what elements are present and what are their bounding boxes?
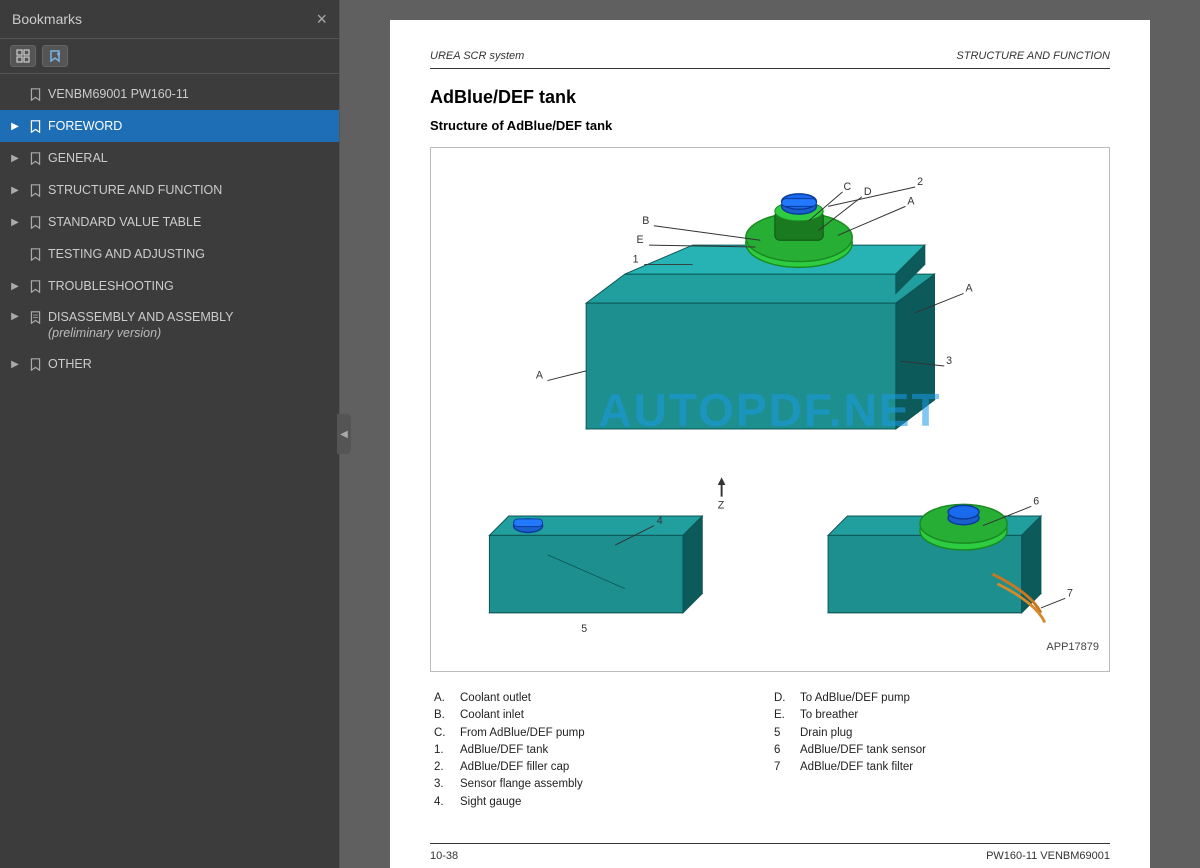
legend-table: A.Coolant outlet B.Coolant inlet C.From … — [430, 688, 1110, 813]
sidebar-item-label-troubleshooting: TROUBLESHOOTING — [48, 278, 329, 294]
legend-left: A.Coolant outlet B.Coolant inlet C.From … — [430, 688, 770, 813]
svg-text:5: 5 — [581, 623, 587, 632]
svg-text:C: C — [844, 181, 852, 193]
collapse-sidebar-button[interactable]: ◀ — [337, 414, 351, 454]
sidebar-item-general[interactable]: ▶ GENERAL — [0, 142, 339, 174]
doc-subtitle: Structure of AdBlue/DEF tank — [430, 118, 1110, 133]
legend-item-5: 5Drain plug — [774, 725, 1106, 742]
svg-text:3: 3 — [946, 355, 952, 367]
sidebar-item-disassembly[interactable]: ▶ DISASSEMBLY AND ASSEMBLY (preliminary … — [0, 302, 339, 349]
sidebar-item-other[interactable]: ▶ OTHER — [0, 349, 339, 381]
chevron-disassembly: ▶ — [8, 311, 22, 322]
chevron-structure: ▶ — [8, 185, 22, 196]
sidebar-item-label-foreword: FOREWORD — [48, 118, 329, 134]
diagram-container: A C D 2 B E — [430, 147, 1110, 672]
doc-footer: 10-38 PW160-11 VENBM69001 — [430, 843, 1110, 862]
legend-item-2: 2.AdBlue/DEF filler cap — [434, 759, 766, 776]
chevron-foreword: ▶ — [8, 121, 22, 132]
svg-text:2: 2 — [917, 176, 923, 188]
legend-item-3: 3.Sensor flange assembly — [434, 776, 766, 793]
sidebar-item-structure[interactable]: ▶ STRUCTURE AND FUNCTION — [0, 174, 339, 206]
svg-text:A: A — [536, 370, 544, 382]
sidebar-item-standard[interactable]: ▶ STANDARD VALUE TABLE — [0, 206, 339, 238]
sidebar-item-foreword[interactable]: ▶ FOREWORD — [0, 110, 339, 142]
bookmark-icon — [28, 88, 42, 101]
chevron-other: ▶ — [8, 359, 22, 370]
svg-text:4: 4 — [657, 515, 663, 527]
legend-item-b: B.Coolant inlet — [434, 707, 766, 724]
bookmark-add-button[interactable] — [42, 45, 68, 67]
sidebar-item-venbm[interactable]: ▶ VENBM69001 PW160-11 — [0, 78, 339, 110]
sidebar-header: Bookmarks × — [0, 0, 339, 39]
sidebar-item-label-structure: STRUCTURE AND FUNCTION — [48, 182, 329, 198]
svg-text:D: D — [864, 186, 872, 198]
bookmark-icon-standard — [28, 216, 42, 229]
doc-header: UREA SCR system STRUCTURE AND FUNCTION — [430, 50, 1110, 69]
bookmark-icon-testing — [28, 248, 42, 261]
sidebar-item-testing[interactable]: ▶ TESTING AND ADJUSTING — [0, 238, 339, 270]
bookmark-icon-foreword — [28, 120, 42, 133]
bookmark-list: ▶ VENBM69001 PW160-11 ▶ FOREWORD ▶ GENER… — [0, 74, 339, 868]
disassembly-line2: (preliminary version) — [48, 325, 329, 341]
legend-right: D.To AdBlue/DEF pump E.To breather 5Drai… — [770, 688, 1110, 813]
legend-item-6: 6AdBlue/DEF tank sensor — [774, 742, 1106, 759]
grid-view-button[interactable] — [10, 45, 36, 67]
app-number: APP17879 — [441, 641, 1099, 653]
doc-title: AdBlue/DEF tank — [430, 87, 1110, 108]
sidebar-close-button[interactable]: × — [316, 10, 327, 28]
bookmark-icon-other — [28, 358, 42, 371]
doc-footer-left: 10-38 — [430, 850, 458, 862]
bookmark-icon-general — [28, 152, 42, 165]
svg-text:A: A — [965, 283, 973, 295]
legend-item-d: D.To AdBlue/DEF pump — [774, 690, 1106, 707]
svg-text:6: 6 — [1033, 495, 1039, 507]
legend-item-1: 1.AdBlue/DEF tank — [434, 742, 766, 759]
bookmark-icon-structure — [28, 184, 42, 197]
tank-diagram: A C D 2 B E — [441, 158, 1099, 632]
sidebar-item-label-general: GENERAL — [48, 150, 329, 166]
main-content: UREA SCR system STRUCTURE AND FUNCTION A… — [340, 0, 1200, 868]
sidebar-item-label-disassembly: DISASSEMBLY AND ASSEMBLY (preliminary ve… — [48, 309, 329, 342]
doc-footer-right: PW160-11 VENBM69001 — [986, 850, 1110, 862]
svg-text:7: 7 — [1067, 587, 1073, 599]
svg-text:B: B — [642, 215, 649, 227]
disassembly-line1: DISASSEMBLY AND ASSEMBLY — [48, 309, 329, 325]
chevron-standard: ▶ — [8, 217, 22, 228]
svg-text:Z: Z — [718, 499, 725, 511]
svg-text:1: 1 — [633, 254, 639, 266]
bookmark-icon-troubleshooting — [28, 280, 42, 293]
legend-item-a: A.Coolant outlet — [434, 690, 766, 707]
doc-header-left: UREA SCR system — [430, 50, 524, 62]
chevron-troubleshooting: ▶ — [8, 281, 22, 292]
svg-text:E: E — [636, 234, 643, 246]
doc-header-right: STRUCTURE AND FUNCTION — [956, 50, 1110, 62]
sidebar-title: Bookmarks — [12, 11, 82, 27]
sidebar: Bookmarks × ▶ VENBM69001 PW160-11 — [0, 0, 340, 868]
sidebar-item-label-venbm: VENBM69001 PW160-11 — [48, 86, 329, 102]
legend-item-4: 4.Sight gauge — [434, 794, 766, 811]
svg-text:A: A — [907, 195, 915, 207]
sidebar-item-label-standard: STANDARD VALUE TABLE — [48, 214, 329, 230]
bookmark-icon-disassembly — [28, 311, 42, 324]
legend-item-e: E.To breather — [774, 707, 1106, 724]
sidebar-item-label-other: OTHER — [48, 356, 329, 372]
legend-item-c: C.From AdBlue/DEF pump — [434, 725, 766, 742]
legend-item-7: 7AdBlue/DEF tank filter — [774, 759, 1106, 776]
document-page: UREA SCR system STRUCTURE AND FUNCTION A… — [390, 20, 1150, 868]
sidebar-item-label-testing: TESTING AND ADJUSTING — [48, 246, 329, 262]
sidebar-toolbar — [0, 39, 339, 74]
sidebar-item-troubleshooting[interactable]: ▶ TROUBLESHOOTING — [0, 270, 339, 302]
chevron-general: ▶ — [8, 153, 22, 164]
